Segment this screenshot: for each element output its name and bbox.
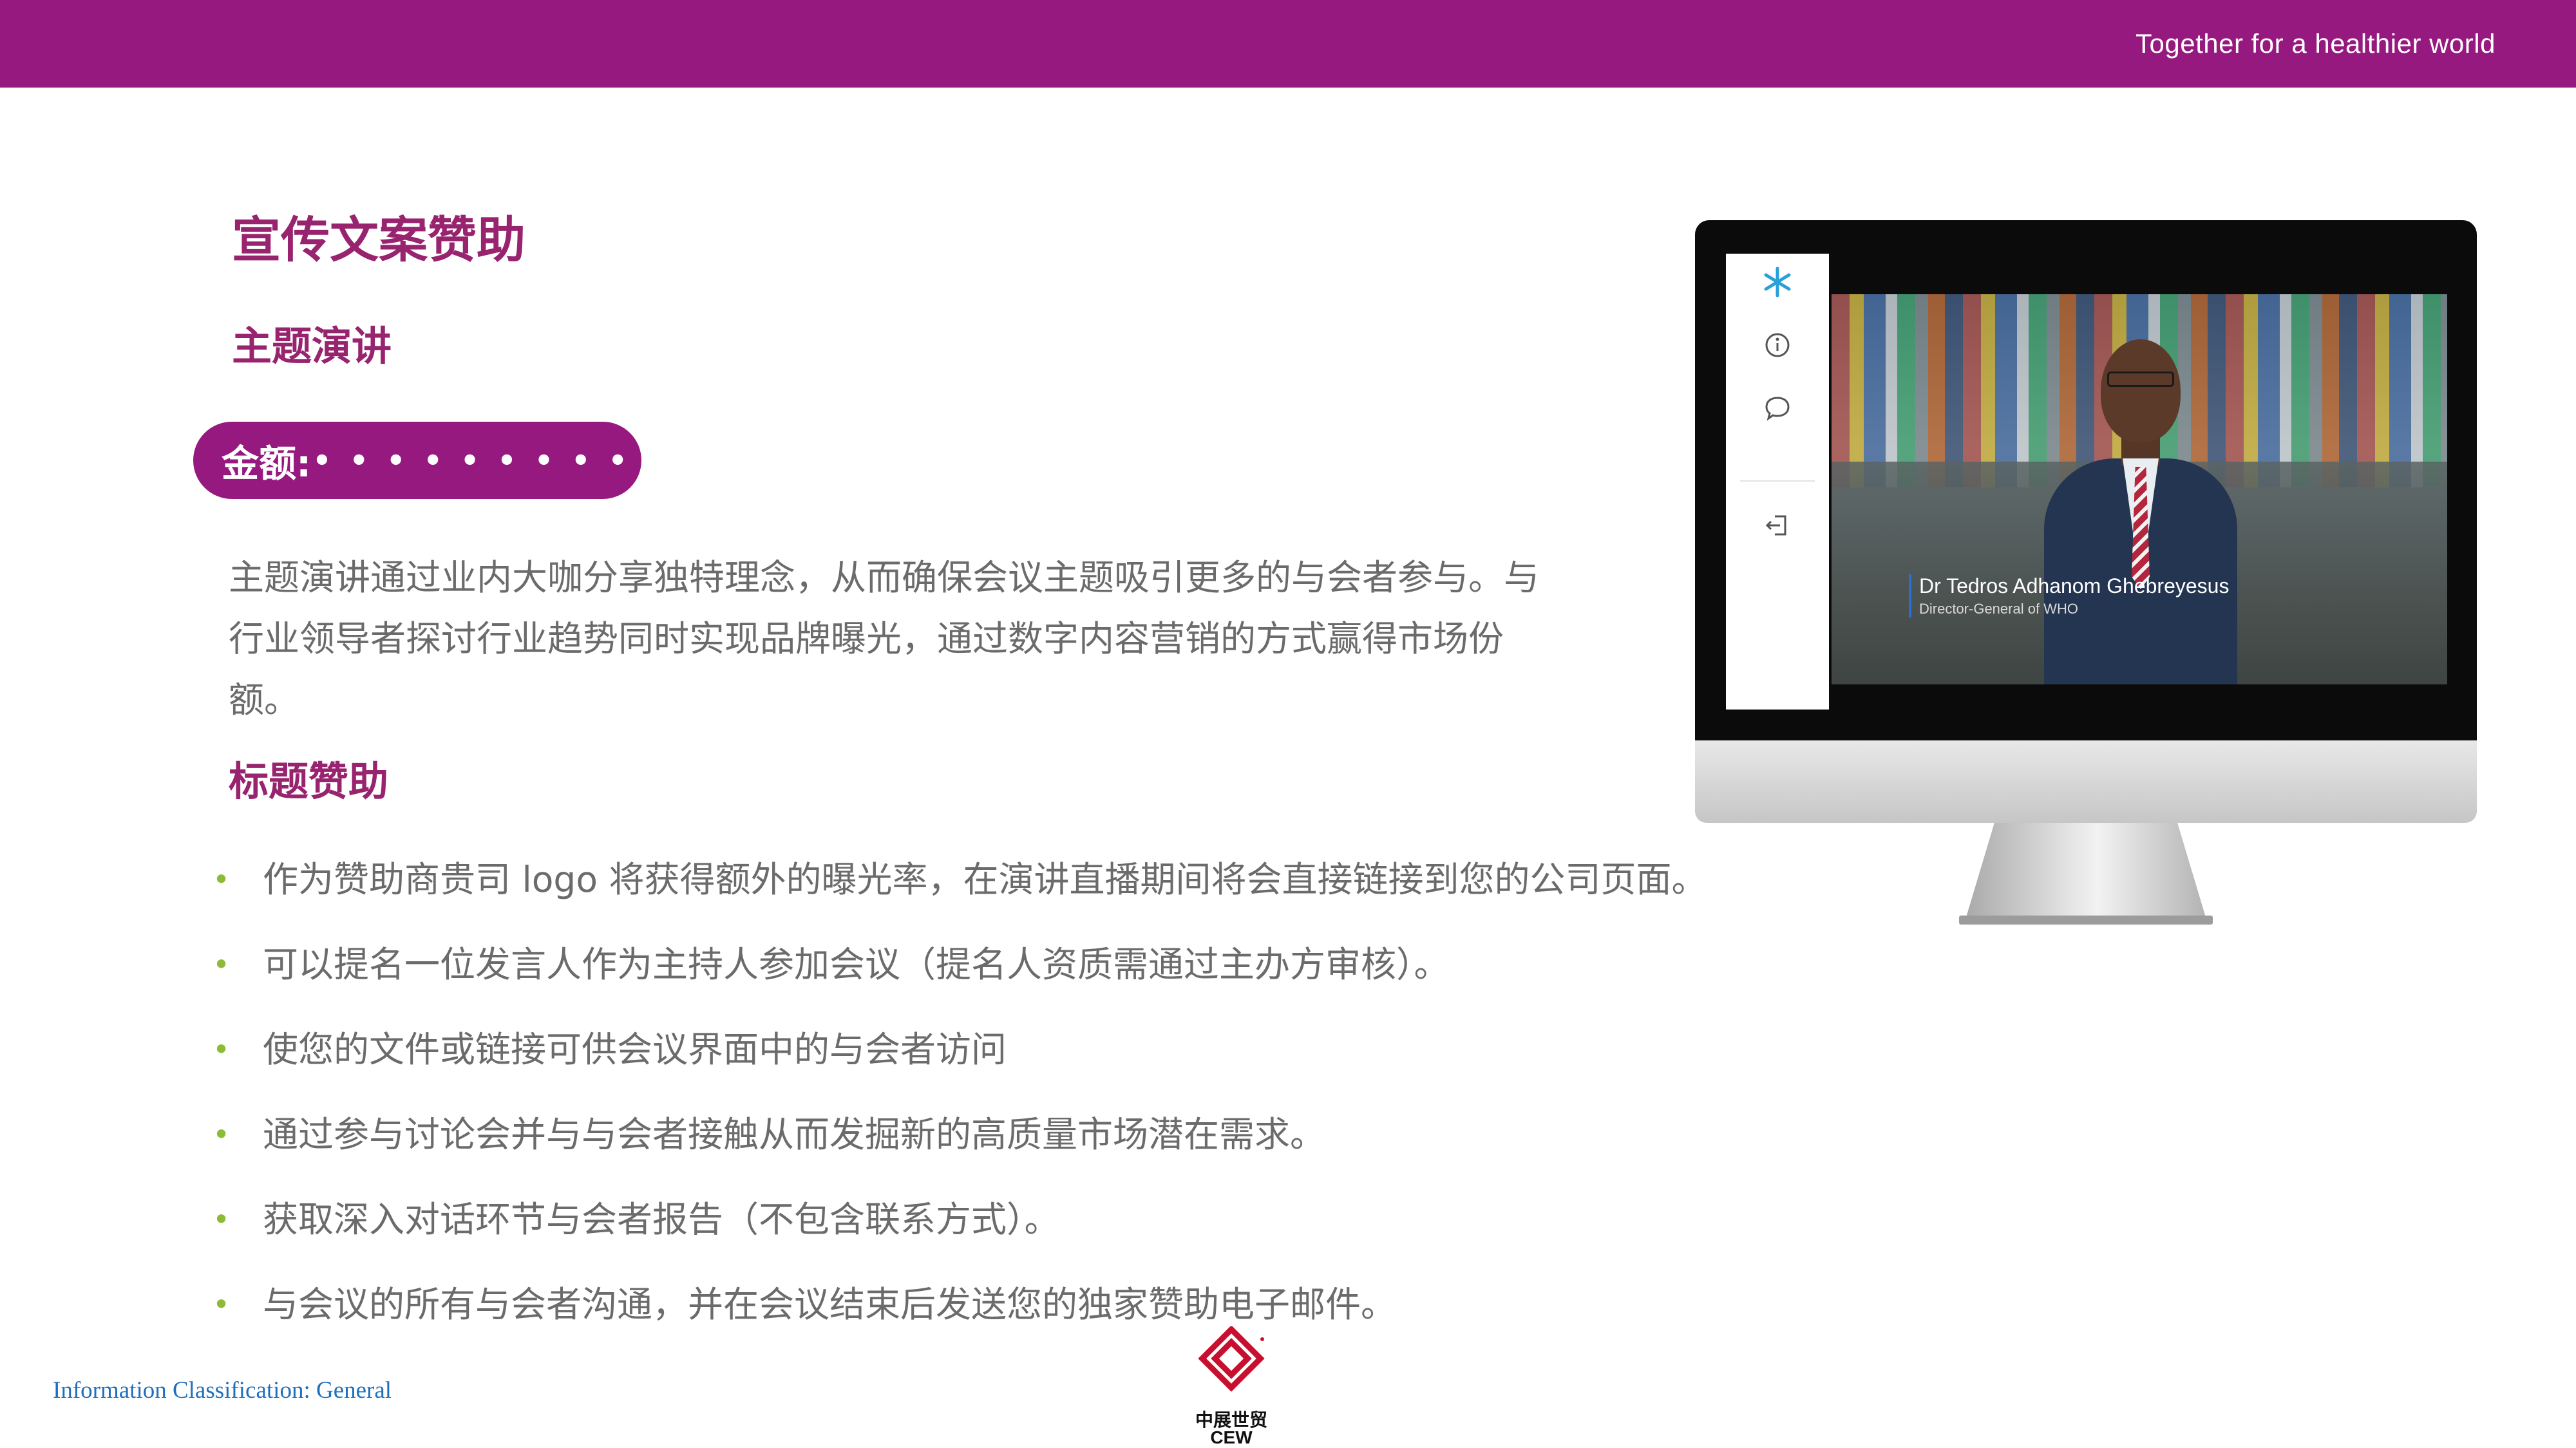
- amount-badge: 金额: • • • • • • • • •: [193, 422, 641, 499]
- monitor-mockup: Dr Tedros Adhanom Ghebreyesus Director-G…: [1695, 220, 2477, 928]
- speaker-title: Director-General of WHO: [1919, 601, 2078, 617]
- speaker-video[interactable]: Dr Tedros Adhanom Ghebreyesus Director-G…: [1832, 294, 2447, 684]
- bullet-dot-icon: •: [213, 1287, 231, 1322]
- speaker-name: Dr Tedros Adhanom Ghebreyesus: [1919, 574, 2230, 597]
- header-tagline: Together for a healthier world: [2136, 28, 2496, 59]
- list-item: • 可以提名一位发言人作为主持人参加会议（提名人资质需通过主办方审核）。: [213, 922, 1707, 1007]
- keynote-description: 主题演讲通过业内大咖分享独特理念，从而确保会议主题吸引更多的与会者参与。与行业领…: [229, 557, 1540, 720]
- list-item: • 通过参与讨论会并与与会者接触从而发掘新的高质量市场潜在需求。: [213, 1092, 1707, 1177]
- bullet-dot-icon: •: [213, 947, 231, 982]
- list-item: • 获取深入对话环节与会者报告（不包含联系方式）。: [213, 1177, 1707, 1262]
- monitor-screen: Dr Tedros Adhanom Ghebreyesus Director-G…: [1695, 220, 2477, 742]
- header-bar: Together for a healthier world: [0, 0, 2576, 88]
- list-item: • 使您的文件或链接可供会议界面中的与会者访问: [213, 1007, 1707, 1092]
- monitor-chin: [1695, 740, 2477, 823]
- keynote-subtitle: 主题演讲: [232, 323, 392, 370]
- bullet-dot-icon: •: [213, 1032, 231, 1067]
- video-sidebar: [1726, 254, 1829, 710]
- list-item: • 作为赞助商贵司 logo 将获得额外的曝光率，在演讲直播期间将会直接链接到您的…: [213, 837, 1707, 922]
- benefits-list: • 作为赞助商贵司 logo 将获得额外的曝光率，在演讲直播期间将会直接链接到您的…: [213, 837, 1707, 1347]
- monitor-stand-base: [1959, 916, 2213, 925]
- amount-label: 金额:: [222, 442, 312, 485]
- amount-value: • • • • • • • • •: [312, 443, 631, 478]
- page-title: 宣传文案赞助: [232, 211, 526, 268]
- exit-icon[interactable]: [1726, 511, 1829, 542]
- speaker-glasses: [2107, 371, 2174, 387]
- bullet-dot-icon: •: [213, 1202, 231, 1237]
- list-item-text: 使您的文件或链接可供会议界面中的与会者访问: [263, 1029, 1007, 1070]
- speaker-caption: Dr Tedros Adhanom Ghebreyesus Director-G…: [1909, 574, 2229, 617]
- sidebar-divider: [1740, 480, 1815, 482]
- bullet-dot-icon: •: [213, 1117, 231, 1152]
- chat-icon[interactable]: [1726, 394, 1829, 425]
- list-item-text: 通过参与讨论会并与与会者接触从而发掘新的高质量市场潜在需求。: [263, 1114, 1326, 1155]
- bullet-dot-icon: •: [213, 862, 231, 897]
- cew-logo: 中展世贸 CEW: [1186, 1325, 1276, 1448]
- title-sponsorship-subtitle: 标题赞助: [229, 758, 389, 805]
- list-item-text: 与会议的所有与会者沟通，并在会议结束后发送您的独家赞助电子邮件。: [263, 1284, 1397, 1325]
- list-item-text: 作为赞助商贵司 logo 将获得额外的曝光率，在演讲直播期间将会直接链接到您的公…: [263, 859, 1707, 900]
- monitor-stand: [1965, 823, 2206, 919]
- list-item-text: 获取深入对话环节与会者报告（不包含联系方式）。: [263, 1199, 1060, 1240]
- logo-english-text: CEW: [1210, 1427, 1253, 1447]
- speaker-head: [2101, 339, 2181, 442]
- cew-emblem-icon: [1198, 1325, 1265, 1392]
- classification-label: Information Classification: General: [53, 1377, 392, 1404]
- snowflake-icon[interactable]: [1726, 265, 1829, 301]
- list-item-text: 可以提名一位发言人作为主持人参加会议（提名人资质需通过主办方审核）。: [263, 944, 1450, 985]
- list-item: • 与会议的所有与会者沟通，并在会议结束后发送您的独家赞助电子邮件。: [213, 1262, 1707, 1347]
- info-icon[interactable]: [1726, 331, 1829, 362]
